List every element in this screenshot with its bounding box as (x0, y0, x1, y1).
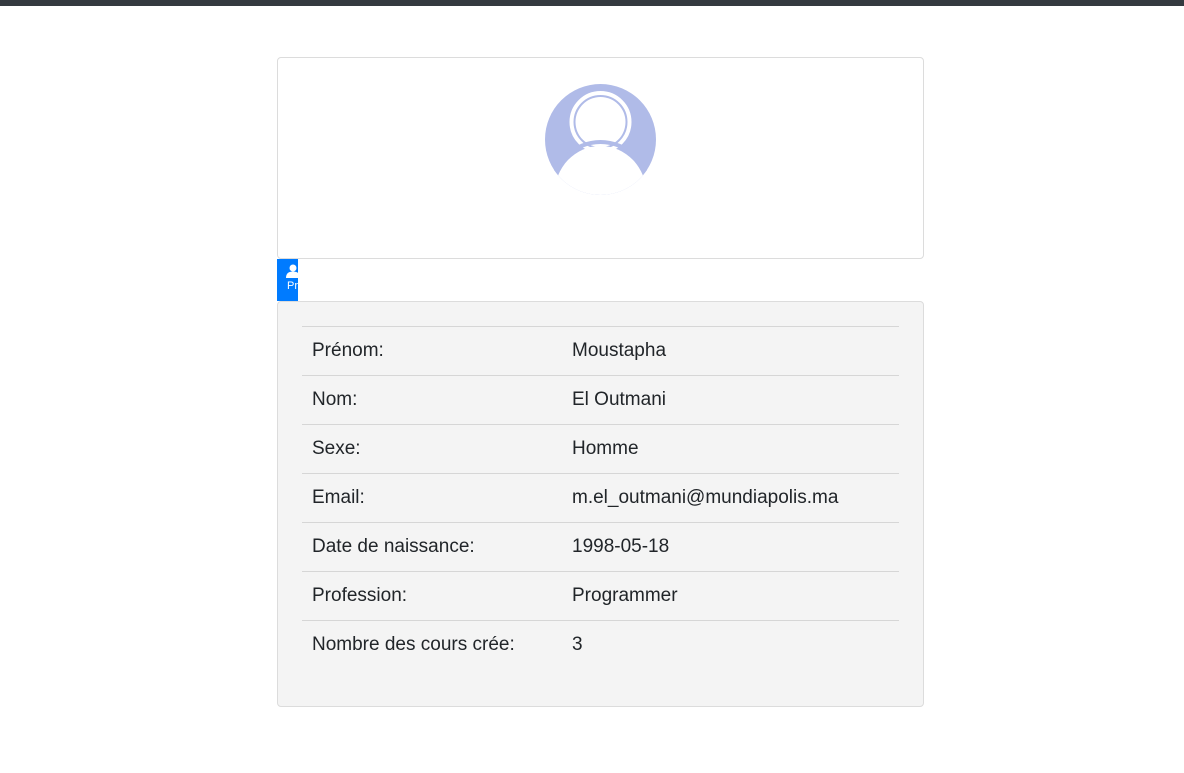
table-row: Profession: Programmer (302, 571, 899, 621)
row-value: m.el_outmani@mundiapolis.ma (572, 487, 839, 508)
user-icon (286, 264, 298, 278)
profile-info-card: Prénom: Moustapha Nom: El Outmani Sexe: … (277, 301, 924, 707)
table-row: Email: m.el_outmani@mundiapolis.ma (302, 473, 899, 523)
table-row: Nombre des cours crée: 3 (302, 620, 899, 670)
row-value: Homme (572, 438, 639, 459)
avatar-card (277, 57, 924, 259)
row-label: Nombre des cours crée: (312, 634, 515, 656)
row-label: Sexe: (312, 438, 361, 459)
top-navbar (0, 0, 1184, 6)
table-row: Sexe: Homme (302, 424, 899, 474)
row-value: Programmer (572, 585, 678, 606)
row-label: Date de naissance: (312, 536, 475, 557)
tab-profil[interactable]: Profil (277, 259, 298, 301)
row-label: Nom: (312, 389, 358, 410)
row-label: Profession: (312, 585, 408, 606)
row-value: 3 (572, 634, 583, 656)
row-label: Email: (312, 487, 365, 508)
tab-label: Profil (287, 280, 298, 292)
table-row: Date de naissance: 1998-05-18 (302, 522, 899, 572)
row-label: Prénom: (312, 340, 384, 361)
table-row: Prénom: Moustapha (302, 326, 899, 376)
row-value: Moustapha (572, 340, 667, 361)
profile-table: Prénom: Moustapha Nom: El Outmani Sexe: … (302, 326, 899, 670)
table-row: Nom: El Outmani (302, 375, 899, 425)
user-avatar-icon (545, 84, 656, 195)
row-value: El Outmani (572, 389, 666, 410)
row-value: 1998-05-18 (572, 536, 670, 557)
